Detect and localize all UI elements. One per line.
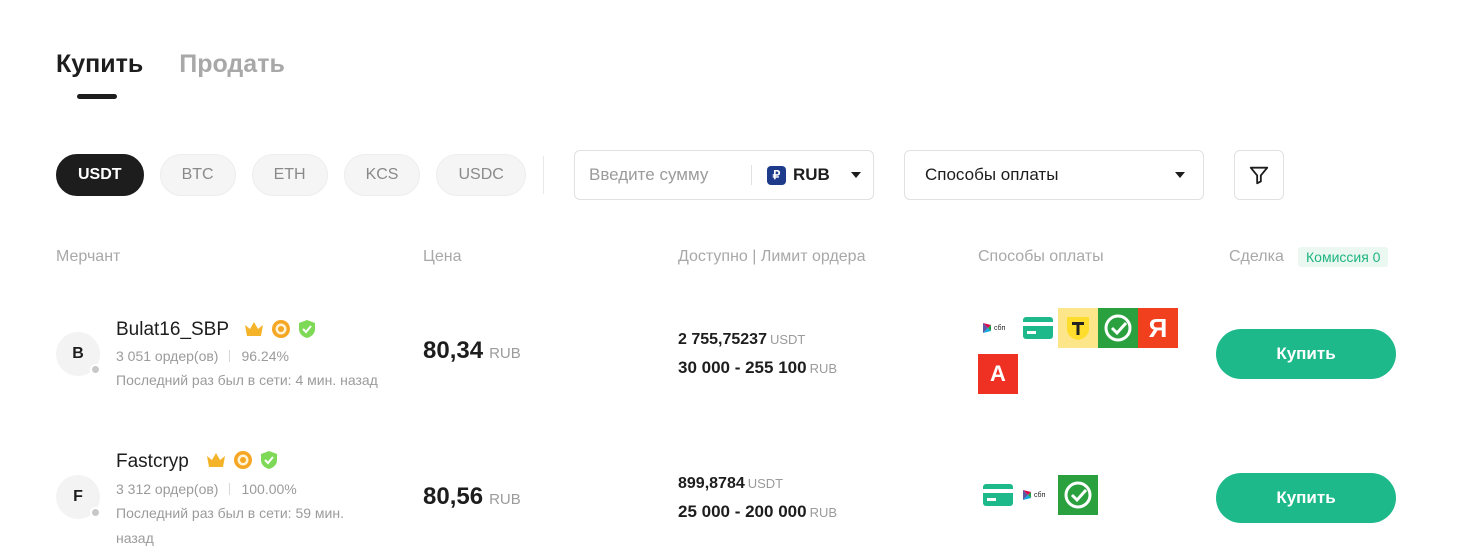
limit-currency: RUB bbox=[809, 361, 838, 376]
coin-chip-btc[interactable]: BTC bbox=[159, 154, 236, 196]
shield-check-icon bbox=[261, 451, 277, 469]
merchant-name[interactable]: Bulat16_SBP bbox=[116, 319, 229, 341]
tab-buy[interactable]: Купить bbox=[56, 50, 143, 79]
header-payment-methods: Способы оплаты bbox=[978, 248, 1104, 265]
merchant-badges bbox=[205, 450, 279, 470]
completion-rate: 96.24% bbox=[241, 348, 289, 364]
coin-chip-eth[interactable]: ETH bbox=[251, 154, 328, 196]
last-seen: Последний раз был в сети: 59 мин. назад bbox=[116, 505, 344, 546]
amount-divider bbox=[751, 165, 752, 185]
available-value: 2 755,75237 bbox=[678, 331, 767, 348]
fee-badge: Комиссия 0 bbox=[1298, 247, 1389, 267]
merchant-name[interactable]: Fastcryp bbox=[116, 451, 189, 473]
shield-check-icon bbox=[299, 320, 315, 338]
payment-methods-label: Способы оплаты bbox=[925, 165, 1059, 184]
stats-divider bbox=[229, 483, 231, 495]
completion-rate: 100.00% bbox=[241, 481, 297, 497]
crown-icon bbox=[245, 322, 263, 336]
coin-chip-usdc[interactable]: USDC bbox=[436, 154, 526, 196]
alfa-icon: А bbox=[978, 354, 1018, 394]
chevron-down-icon bbox=[850, 172, 861, 178]
order-limit: 25 000 - 200 000 RUB bbox=[678, 502, 837, 522]
coin-chip-usdt[interactable]: USDT bbox=[56, 154, 144, 196]
offer-price: 80,56 RUB bbox=[423, 483, 521, 511]
tbank-icon bbox=[1058, 308, 1098, 348]
avatar[interactable]: F bbox=[56, 475, 101, 519]
ruble-icon: ₽ bbox=[767, 165, 786, 185]
sbp-icon: сбп bbox=[1018, 475, 1058, 515]
order-count: 3 051 ордер(ов) bbox=[116, 348, 219, 364]
crown-icon bbox=[207, 453, 225, 467]
card-icon bbox=[1018, 308, 1058, 348]
sber-icon bbox=[1098, 308, 1138, 348]
chevron-down-icon bbox=[1175, 172, 1185, 178]
coin-selector: USDT BTC ETH KCS USDC bbox=[56, 154, 526, 196]
funnel-icon bbox=[1249, 166, 1269, 185]
trade-tabs: Купить Продать bbox=[56, 50, 285, 79]
limit-value: 30 000 - 255 100 bbox=[678, 358, 807, 377]
buy-button[interactable]: Купить bbox=[1216, 329, 1396, 379]
available-currency: USDT bbox=[769, 332, 806, 347]
sber-icon bbox=[1058, 475, 1098, 515]
svg-text:сбп: сбп bbox=[994, 324, 1006, 332]
price-currency: RUB bbox=[489, 491, 521, 508]
merchant-stats: 3 312 ордер(ов) 100.00% bbox=[116, 481, 297, 497]
order-count: 3 312 ордер(ов) bbox=[116, 481, 219, 497]
merchant-badges bbox=[243, 319, 317, 339]
amount-field: ₽ RUB bbox=[574, 150, 874, 200]
filters-divider bbox=[543, 156, 544, 194]
sbp-icon: сбп bbox=[978, 308, 1018, 348]
price-currency: RUB bbox=[489, 345, 521, 362]
currency-label: RUB bbox=[793, 165, 830, 184]
buy-button[interactable]: Купить bbox=[1216, 473, 1396, 523]
medal-icon bbox=[234, 451, 252, 469]
medal-icon bbox=[272, 320, 290, 338]
tab-active-indicator bbox=[77, 94, 117, 99]
merchant-stats: 3 051 ордер(ов) 96.24% bbox=[116, 348, 289, 364]
header-merchant: Мерчант bbox=[56, 248, 121, 265]
avatar-letter: B bbox=[72, 345, 84, 362]
available-amount: 899,8784 USDT bbox=[678, 475, 783, 493]
available-currency: USDT bbox=[747, 476, 784, 491]
payment-methods-select[interactable]: Способы оплаты bbox=[904, 150, 1204, 200]
svg-text:сбп: сбп bbox=[1034, 491, 1046, 499]
avatar[interactable]: B bbox=[56, 332, 101, 376]
last-seen: Последний раз был в сети: 4 мин. назад bbox=[116, 372, 378, 388]
filter-button[interactable] bbox=[1234, 150, 1284, 200]
limit-currency: RUB bbox=[809, 505, 838, 520]
online-status-dot bbox=[90, 507, 101, 518]
available-value: 899,8784 bbox=[678, 475, 745, 492]
header-deal: Сделка bbox=[1229, 248, 1284, 265]
tab-sell[interactable]: Продать bbox=[179, 50, 285, 79]
price-value: 80,34 bbox=[423, 337, 484, 364]
limit-value: 25 000 - 200 000 bbox=[678, 502, 807, 521]
online-status-dot bbox=[90, 364, 101, 375]
yandex-icon: Я bbox=[1138, 308, 1178, 348]
avatar-letter: F bbox=[73, 488, 83, 505]
coin-chip-kcs[interactable]: KCS bbox=[343, 154, 421, 196]
amount-input[interactable] bbox=[589, 165, 749, 185]
header-available: Доступно | Лимит ордера bbox=[678, 248, 866, 265]
offer-price: 80,34 RUB bbox=[423, 337, 521, 365]
header-price: Цена bbox=[423, 248, 462, 265]
stats-divider bbox=[229, 350, 231, 362]
card-icon bbox=[978, 475, 1018, 515]
order-limit: 30 000 - 255 100 RUB bbox=[678, 358, 837, 378]
available-amount: 2 755,75237 USDT bbox=[678, 331, 805, 349]
price-value: 80,56 bbox=[423, 483, 484, 510]
currency-select[interactable]: ₽ RUB bbox=[767, 165, 861, 185]
